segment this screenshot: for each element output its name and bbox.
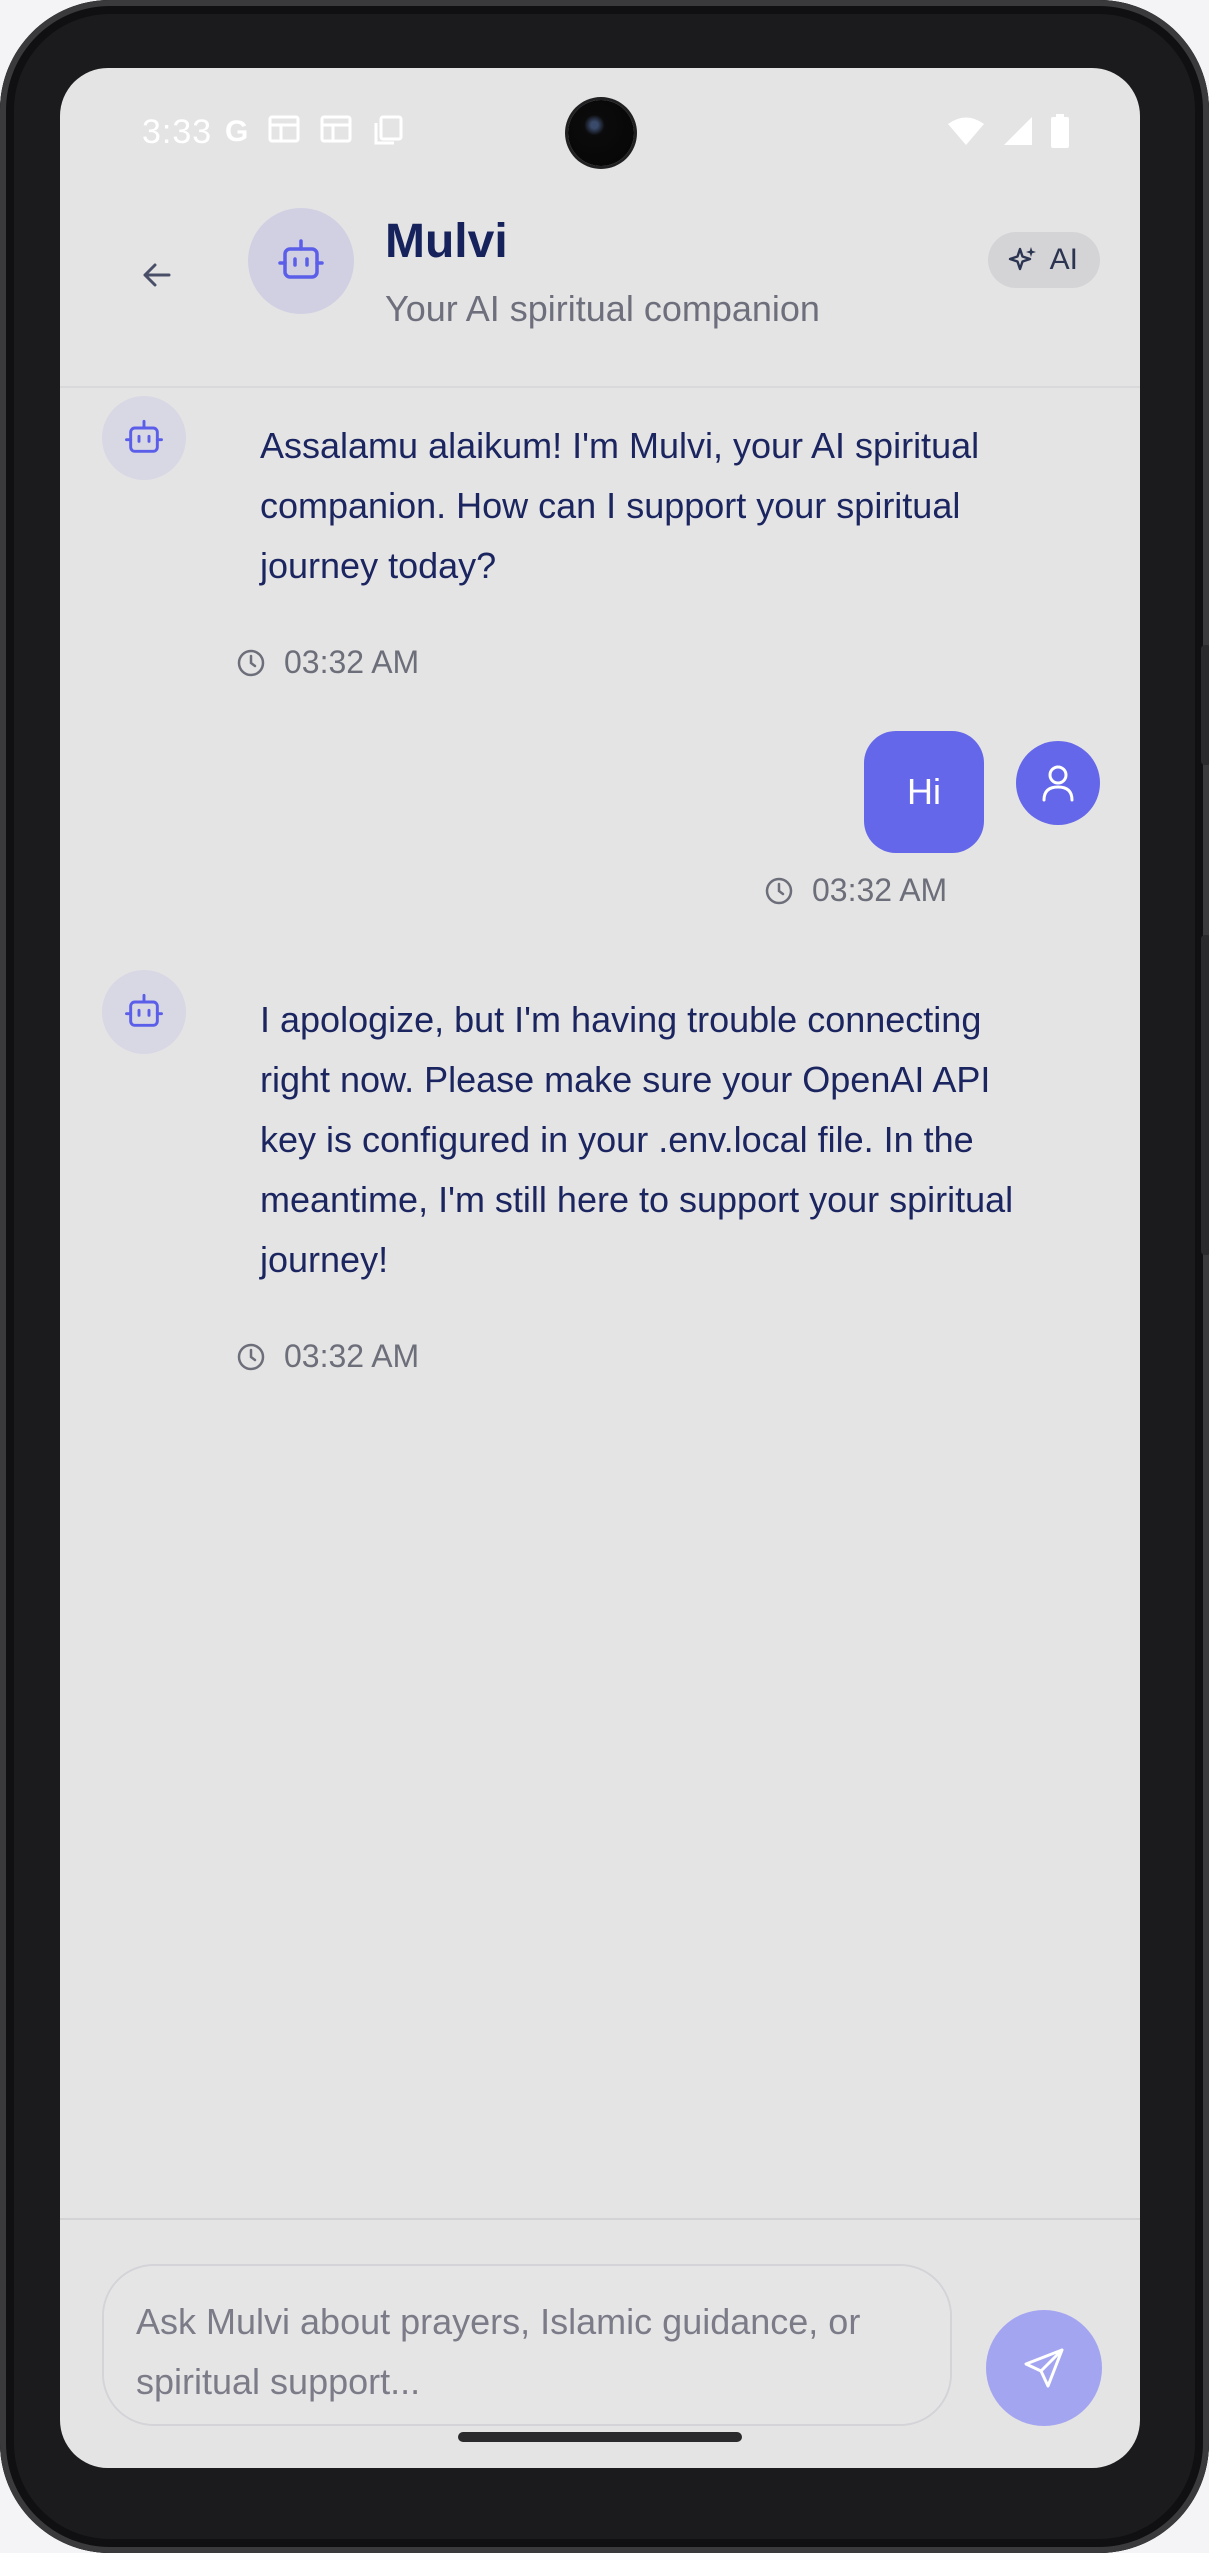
clock-icon (765, 877, 793, 904)
message-input[interactable] (102, 2264, 952, 2426)
robot-icon (125, 419, 163, 453)
news-icon (268, 114, 300, 155)
sparkles-icon (1008, 247, 1036, 271)
send-button[interactable] (986, 2310, 1102, 2426)
status-right-icons (946, 114, 1070, 148)
timestamp-text: 03:32 AM (812, 872, 948, 908)
message-timestamp: 03:32 AM (764, 872, 947, 909)
bot-avatar (102, 970, 186, 1054)
message-composer (60, 2218, 1140, 2468)
front-camera (568, 100, 634, 166)
bot-message-text: I apologize, but I'm having trouble conn… (260, 999, 1014, 1280)
arrow-left-icon (143, 263, 171, 287)
clock-icon (237, 1343, 265, 1370)
calendar-icon (320, 114, 352, 155)
google-icon: G (225, 115, 249, 148)
bot-avatar (102, 396, 186, 480)
status-time: 3:33 (142, 113, 213, 151)
status-left-icons: G (225, 114, 404, 155)
clock-icon (237, 649, 265, 676)
page-subtitle: Your AI spiritual companion (385, 288, 820, 329)
page-title: Mulvi (385, 215, 508, 268)
message-timestamp: 03:32 AM (236, 644, 419, 681)
home-indicator[interactable] (458, 2432, 742, 2442)
user-icon (1042, 765, 1074, 802)
robot-icon (278, 239, 324, 279)
phone-frame: 3:33 G Mulvi Your AI spiritual companion… (0, 0, 1209, 2553)
volume-button (1201, 935, 1209, 1255)
ai-badge-label: AI (1049, 243, 1078, 276)
status-bar: 3:33 G (60, 68, 1140, 198)
send-icon (1024, 2348, 1064, 2388)
wifi-icon (948, 117, 984, 145)
app-screen: 3:33 G Mulvi Your AI spiritual companion… (60, 68, 1140, 2468)
user-message-bubble: Hi (864, 731, 984, 853)
power-button (1201, 645, 1209, 765)
signal-icon (1004, 117, 1032, 145)
back-button[interactable] (120, 238, 194, 312)
chat-header: Mulvi Your AI spiritual companion AI (60, 198, 1140, 388)
timestamp-text: 03:32 AM (284, 1338, 420, 1374)
bot-message-text: Assalamu alaikum! I'm Mulvi, your AI spi… (260, 425, 980, 586)
user-message-text: Hi (907, 771, 941, 812)
ai-badge: AI (987, 232, 1100, 288)
user-avatar (1016, 741, 1100, 825)
copy-icon (372, 114, 404, 155)
battery-icon (1051, 114, 1069, 148)
timestamp-text: 03:32 AM (284, 644, 420, 680)
robot-icon (125, 993, 163, 1027)
message-timestamp: 03:32 AM (236, 1338, 419, 1375)
mulvi-avatar (248, 208, 354, 314)
